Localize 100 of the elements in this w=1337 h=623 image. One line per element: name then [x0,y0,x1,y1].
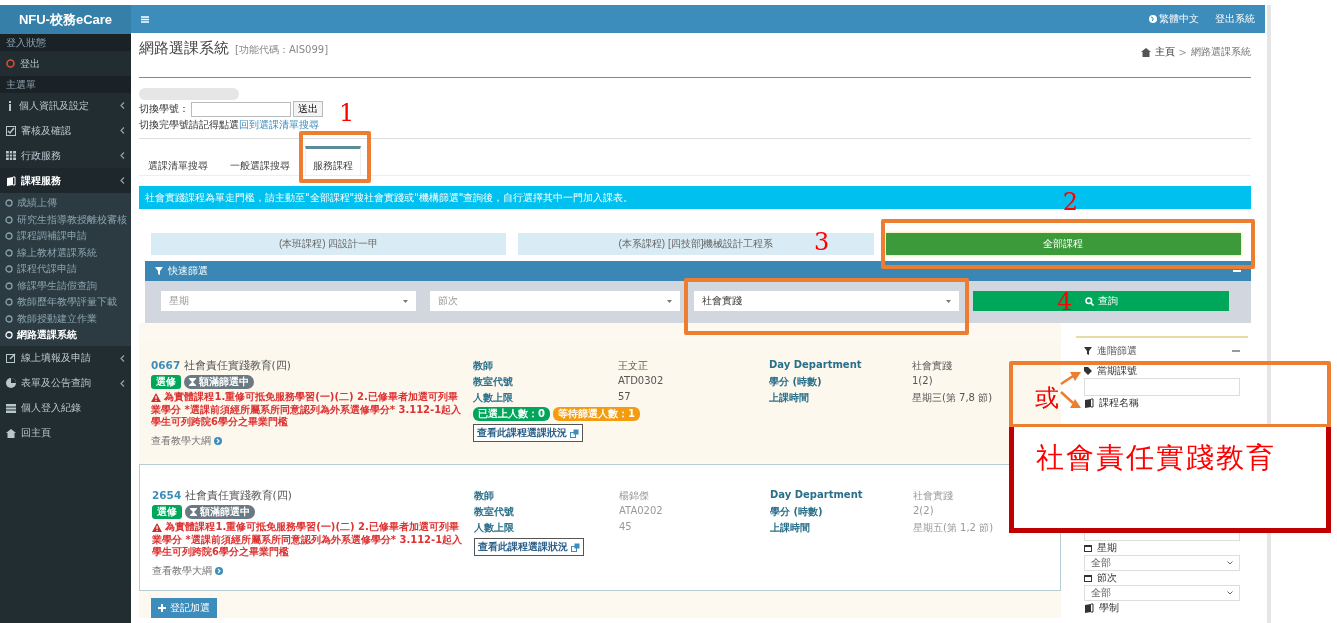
minus-icon [1232,350,1240,352]
field-label: 學制 [1099,601,1119,615]
tag-icon [1084,367,1092,375]
annotation-number: 2 [1062,189,1078,215]
tag: 額滿篩選中 [184,375,254,389]
chevron-left-icon [120,379,125,387]
sidebar-item[interactable]: 課程服務 [0,168,131,193]
caret-down-icon [667,299,672,303]
scope-button[interactable]: (本班課程) 四設計一甲 [151,233,507,255]
link[interactable]: 回到選課清單搜尋 [239,118,319,132]
syllabus-link[interactable]: 查看教學大綱 [151,433,463,448]
select-field[interactable]: 社會實踐 [694,291,959,311]
submenu-item[interactable]: 教師歷年教學評量下載 [0,294,131,311]
field-label: Day Department [769,359,863,372]
field-label: 人數上限 [474,521,515,535]
logout-link[interactable]: 登出 [0,51,131,76]
minus-icon [1233,270,1241,272]
chevron-left-icon [120,127,125,134]
tab[interactable]: 服務課程 [305,146,361,175]
syllabus-link[interactable]: 查看教學大綱 [152,563,464,578]
logout-link[interactable]: 登出系統 [1215,12,1255,26]
warning-text: 為實體課程1.重修可抵免服務學習(一)(二) 2.已修畢者加選可列畢業學分 *選課前須經所屬系所同意認列為外系選修學分* 3.112-1起入學生可列跨院6學分之畢業門檻 [151,391,463,429]
field-value: 星期五(第 1,2 節) [913,521,994,535]
circle-icon [5,232,13,241]
tag: 選修 [152,505,182,519]
submenu-item[interactable]: 網路選課系統 [0,327,131,344]
field-value: 楊錦傑 [619,489,650,503]
field-value: 社會實踐 [912,359,953,373]
status-button[interactable]: 查看此課程選課狀況 [473,424,583,442]
language-link[interactable]: 繁體中文 [1149,12,1199,26]
warning-text: 為實體課程1.重修可抵免服務學習(一)(二) 2.已修畢者加選可列畢業學分 *選課前須經所屬系所同意認列為外系選修學分* 3.112-1起入學生可列跨院6學分之畢業門檻 [152,521,464,559]
submenu-item[interactable]: 研究生指導教授離校審核 [0,211,131,228]
field-label: 教室代號 [474,505,515,519]
sidebar-item[interactable]: 行政服務 [0,143,131,168]
search-icon [1084,296,1094,306]
field-label: 教師 [474,489,495,503]
sidebar-item[interactable]: 個人登入紀錄 [0,395,131,421]
breadcrumb-link[interactable]: 網路選課系統 [1191,45,1251,59]
field-label: 人數上限 [473,391,514,405]
arrow-circle-icon [214,436,222,445]
app-logo[interactable]: NFU-校務eCare [0,5,131,34]
submenu-item[interactable]: 課程代課申請 [0,261,131,278]
add-course-button[interactable]: 登記加選 [151,598,217,618]
submenu-item[interactable]: 教師授動建立作業 [0,310,131,327]
submenu-item[interactable]: 課程調補課申請 [0,228,131,245]
annotation-note: 社會責任實踐教育 [1009,427,1331,533]
sidebar-heading: 主選單 [0,76,131,93]
field-label: 星期 [1097,541,1117,555]
submenu-item[interactable]: 成績上傳 [0,195,131,212]
sidebar-item[interactable]: 線上填報及申請 [0,345,131,371]
submenu-item[interactable]: 線上教材選課系統 [0,244,131,261]
breadcrumb-separator: > [1178,46,1187,58]
course-number-field[interactable] [1084,378,1240,396]
scope-button[interactable]: 全部課程 [885,233,1241,255]
hourglass-icon [190,508,197,516]
field-value: 王文正 [618,359,649,373]
caret-down-icon [946,299,951,303]
function-code: [功能代碼：AIS099] [235,43,329,57]
arrow-circle-icon [215,566,223,575]
warning-icon [151,392,161,402]
select-field[interactable]: 全部 [1084,555,1240,571]
status-button[interactable]: 查看此課程選課狀況 [474,538,584,556]
external-link-icon [570,428,579,438]
field-value: 45 [619,521,633,534]
select-field[interactable]: 全部 [1084,585,1240,601]
external-link-icon [571,542,580,552]
power-icon [6,59,15,68]
tab[interactable]: 選課清單搜尋 [141,146,215,175]
field-label: 學分 (時數) [769,375,823,389]
field-label: 節次 [1097,571,1117,585]
field-label: 切換學號： [139,102,189,116]
field-label: 教師 [473,359,494,373]
sidebar-item[interactable]: 審核及確認 [0,118,131,143]
course-title[interactable]: 2654 社會責任實踐教育(四) [152,489,464,503]
field-value: 57 [618,391,632,404]
tag: 選修 [151,375,181,389]
field-value: 星期三(第 7,8 節) [912,391,993,405]
course-title[interactable]: 0667 社會責任實踐教育(四) [151,359,463,373]
sidebar-item[interactable]: 回主頁 [0,420,131,446]
chevron-down-icon [1227,591,1233,595]
circle-icon [5,314,13,323]
panel-title: 快速篩選 [168,264,208,278]
submenu-item[interactable]: 修課學生請假查詢 [0,277,131,294]
submit-button[interactable]: 送出 [293,101,323,117]
tab[interactable]: 一般選課搜尋 [223,146,297,175]
student-id-field[interactable] [191,101,291,117]
filter-icon [155,267,163,275]
field-value: 社會實踐 [913,489,954,503]
circle-icon [5,265,13,274]
tag: 額滿篩選中 [185,505,255,519]
sidebar-item[interactable]: 表單及公告查詢 [0,370,131,396]
chevron-left-icon [120,177,125,184]
circle-icon [5,298,13,307]
sidebar-item[interactable]: 個人資訊及設定 [0,93,131,118]
field-label: 教室代號 [473,375,514,389]
hourglass-icon [189,378,196,386]
home-icon [1140,47,1151,57]
chevron-left-icon [120,152,125,159]
breadcrumb-link[interactable]: 主頁 [1154,45,1175,59]
calendar-icon [1084,544,1092,552]
